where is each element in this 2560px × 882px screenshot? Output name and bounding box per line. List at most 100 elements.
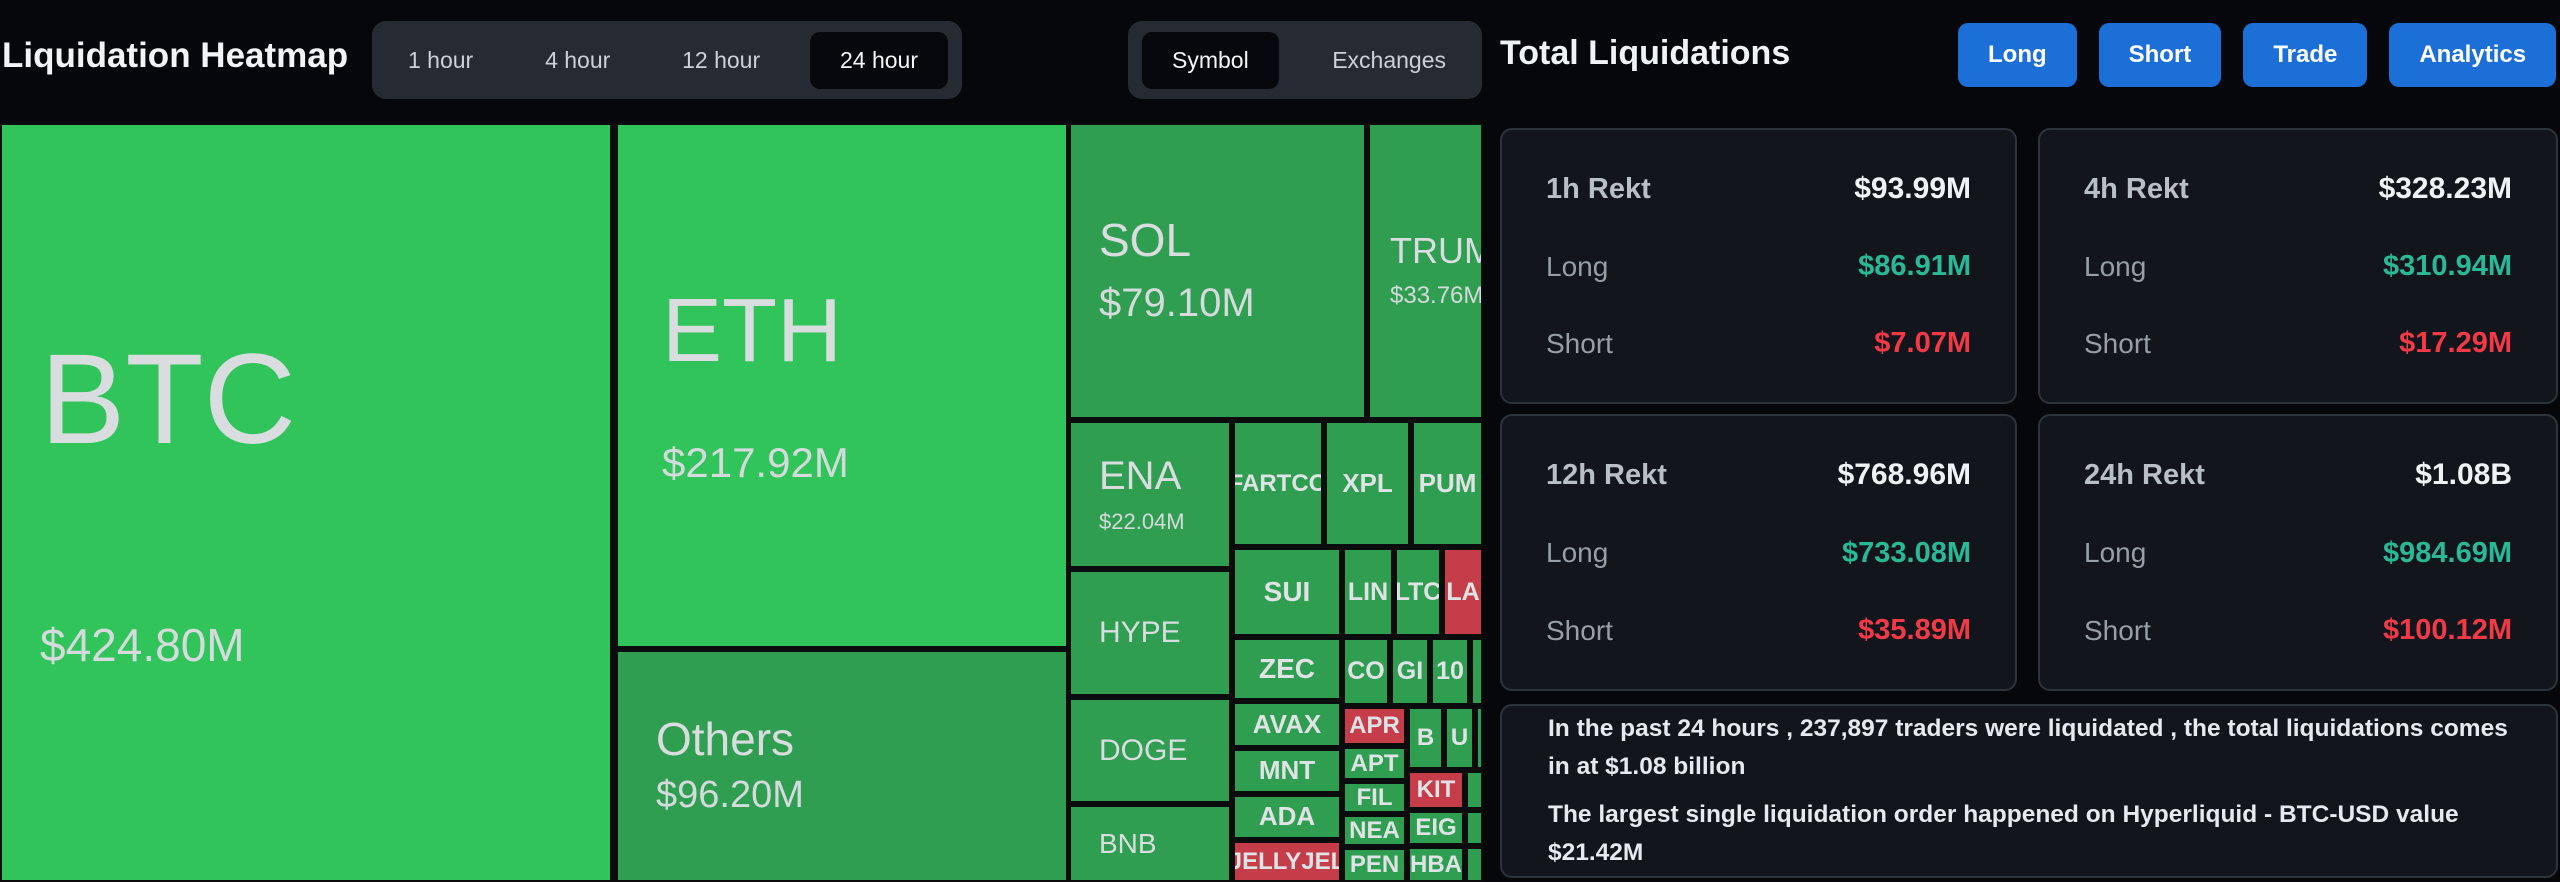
short-label: Short [2084,328,2151,360]
treemap-cell-sui[interactable]: SUI [1233,548,1341,636]
treemap-cell-mnt[interactable]: MNT [1233,749,1341,793]
cell-symbol-label: AVAX [1253,711,1321,738]
treemap-cell-blank[interactable] [1471,638,1483,705]
treemap-cell-pum[interactable]: PUM [1412,421,1483,546]
cell-symbol-label: BTC [40,333,296,467]
treemap-cell-hype[interactable]: HYPE [1069,570,1231,696]
cell-symbol-label: FIL [1357,785,1393,810]
page-title: Liquidation Heatmap [2,36,348,76]
treemap-cell-jellyjel[interactable]: JELLYJEL [1233,841,1341,882]
treemap-cell-zec[interactable]: ZEC [1233,638,1341,700]
treemap-cell-hba[interactable]: HBA [1408,847,1464,882]
time-range-4-hour[interactable]: 4 hour [523,35,632,86]
treemap-cell-blank[interactable] [1466,811,1483,845]
treemap-cell-eig[interactable]: EIG [1408,811,1464,845]
treemap-cell-nea[interactable]: NEA [1343,815,1406,846]
treemap-cell-fartco[interactable]: FARTCO [1233,421,1323,546]
long-label: Long [2084,251,2146,283]
cell-symbol-label: B [1417,725,1434,750]
long-value: $86.91M [1858,250,1971,283]
stat-card-title: 24h Rekt [2084,459,2205,492]
treemap-cell-sol[interactable]: SOL $79.10M [1069,123,1366,419]
time-range-24-hour[interactable]: 24 hour [810,32,948,89]
cell-symbol-label: BNB [1099,829,1157,858]
cell-symbol-label: ZEC [1259,654,1315,683]
stat-card-12h: 12h Rekt $768.96M Long $733.08M Short $3… [1500,414,2017,691]
summary-line-1: In the past 24 hours , 237,897 traders w… [1548,710,2510,786]
treemap-cell-doge[interactable]: DOGE [1069,698,1231,803]
short-value: $35.89M [1858,614,1971,647]
stat-card-total: $768.96M [1838,458,1971,492]
treemap-cell-kit[interactable]: KIT [1408,771,1464,809]
cell-symbol-label: HYPE [1099,617,1181,649]
total-liquidations-title: Total Liquidations [1500,34,1790,73]
treemap-cell-ltc[interactable]: LTC [1395,548,1441,636]
treemap-cell-pen[interactable]: PEN [1343,848,1406,882]
short-button[interactable]: Short [2099,23,2222,87]
analytics-button[interactable]: Analytics [2389,23,2556,87]
short-value: $17.29M [2399,327,2512,360]
cell-symbol-label: ENA [1099,455,1181,497]
time-range-12-hour[interactable]: 12 hour [660,35,782,86]
cell-symbol-label: PEN [1350,852,1399,877]
treemap-cell-xpl[interactable]: XPL [1325,421,1410,546]
treemap-cell-co[interactable]: CO [1343,638,1389,705]
view-toggle-symbol[interactable]: Symbol [1142,32,1279,89]
trade-button[interactable]: Trade [2243,23,2367,87]
treemap-cell-10[interactable]: 10 [1431,638,1469,705]
cell-value-label: $96.20M [656,774,804,817]
cell-value-label: $217.92M [662,439,849,487]
treemap-cell-b[interactable]: B [1408,707,1443,769]
stat-card-24h: 24h Rekt $1.08B Long $984.69M Short $100… [2038,414,2558,691]
cell-symbol-label: LIN [1348,579,1388,605]
cell-symbol-label: DOGE [1099,735,1187,767]
cell-symbol-label: CO [1347,658,1385,684]
long-value: $310.94M [2383,250,2512,283]
cell-symbol-label: APT [1351,751,1399,776]
treemap-cell-btc[interactable]: BTC $424.80M [0,123,612,882]
cell-symbol-label: SUI [1264,577,1311,606]
treemap-cell-fil[interactable]: FIL [1343,782,1406,813]
stat-card-title: 4h Rekt [2084,173,2189,206]
liquidation-heatmap-app: Liquidation Heatmap 1 hour 4 hour 12 hou… [0,0,2560,882]
cell-symbol-label: ETH [662,284,842,379]
treemap-cell-apt[interactable]: APT [1343,747,1406,780]
cell-symbol-label: APR [1349,713,1400,738]
stat-card-total: $328.23M [2379,172,2512,206]
cell-symbol-label: HBA [1410,852,1462,877]
treemap-cell-ena[interactable]: ENA$22.04M [1069,421,1231,568]
treemap-cell-lin[interactable]: LIN [1343,548,1393,636]
view-toggle-exchanges[interactable]: Exchanges [1310,35,1468,86]
treemap-cell-eth[interactable]: ETH $217.92M [616,123,1068,648]
cell-value-label: $424.80M [40,618,245,672]
view-toggle-group: Symbol Exchanges [1128,21,1482,99]
cell-value-label: $79.10M [1099,281,1255,326]
cell-symbol-label: LTC [1395,579,1441,605]
cell-symbol-label: SOL [1099,216,1191,264]
treemap-cell-bnb[interactable]: BNB [1069,805,1231,882]
liquidation-treemap: BTC $424.80M ETH $217.92M Others$96.20M SOL $7… [0,123,1483,882]
time-range-1-hour[interactable]: 1 hour [386,35,495,86]
treemap-cell-ada[interactable]: ADA [1233,795,1341,839]
stat-card-title: 12h Rekt [1546,459,1667,492]
treemap-cell-la[interactable]: LA [1443,548,1483,636]
cell-symbol-label: U [1451,725,1468,750]
cell-symbol-label: MNT [1259,757,1315,784]
long-label: Long [1546,537,1608,569]
treemap-cell-blank[interactable] [1476,707,1483,769]
short-label: Short [1546,615,1613,647]
treemap-cell-others[interactable]: Others$96.20M [616,650,1068,882]
treemap-cell-apr[interactable]: APR [1343,707,1406,745]
action-button-row: Long Short Trade Analytics [1958,23,2556,87]
treemap-cell-blank[interactable] [1466,771,1483,809]
long-value: $733.08M [1842,537,1971,570]
treemap-cell-trum[interactable]: TRUM$33.76M [1368,123,1483,419]
treemap-cell-u[interactable]: U [1445,707,1474,769]
treemap-cell-blank[interactable] [1466,847,1483,882]
stat-card-1h: 1h Rekt $93.99M Long $86.91M Short $7.07… [1500,128,2017,404]
treemap-cell-gi[interactable]: GI [1391,638,1429,705]
stat-card-4h: 4h Rekt $328.23M Long $310.94M Short $17… [2038,128,2558,404]
long-button[interactable]: Long [1958,23,2077,87]
cell-symbol-label: FARTCO [1233,471,1323,496]
treemap-cell-avax[interactable]: AVAX [1233,702,1341,747]
